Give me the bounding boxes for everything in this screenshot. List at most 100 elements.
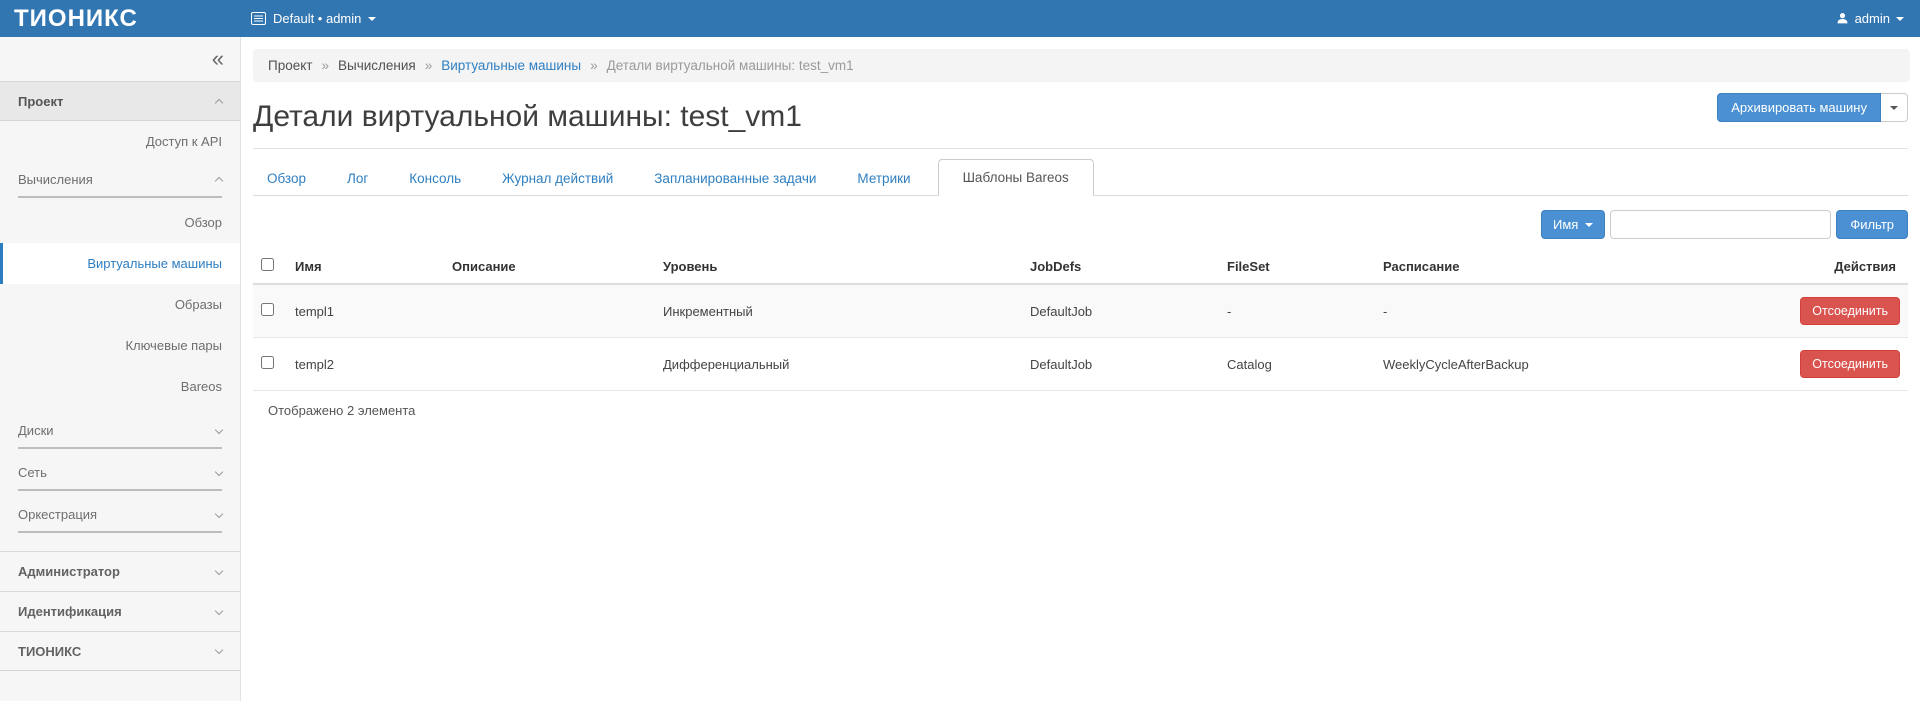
sidebar-panel-identity[interactable]: Идентификация <box>0 591 240 631</box>
breadcrumb-separator: » <box>590 58 598 73</box>
user-label: admin <box>1854 11 1890 26</box>
chevron-up-icon <box>214 176 224 186</box>
sidebar-panel-admin-label: Администратор <box>18 564 120 579</box>
title-divider <box>253 148 1908 149</box>
table-header-row: Имя Описание Уровень JobDefs FileSet Рас… <box>253 249 1908 285</box>
page-title: Детали виртуальной машины: test_vm1 <box>253 100 802 133</box>
sidebar: « Проект Доступ к API Вычисления Обзор В… <box>0 37 241 701</box>
archive-dropdown-toggle[interactable] <box>1881 93 1908 122</box>
sidebar-panel-project[interactable]: Проект <box>0 81 240 121</box>
sidebar-item-overview[interactable]: Обзор <box>0 202 240 243</box>
collapse-sidebar-icon[interactable]: « <box>212 48 224 70</box>
chevron-down-icon <box>1896 16 1904 21</box>
filter-toolbar: Имя Фильтр <box>253 210 1908 239</box>
cell-description <box>444 283 655 338</box>
main-content: Проект » Вычисления » Виртуальные машины… <box>241 37 1920 701</box>
tab-overview[interactable]: Обзор <box>253 162 320 195</box>
column-header-description: Описание <box>444 249 655 285</box>
chevron-down-icon <box>214 425 224 434</box>
archive-instance-button[interactable]: Архивировать машину <box>1717 93 1881 122</box>
sidebar-group-volumes-label: Диски <box>18 423 54 438</box>
tab-log[interactable]: Лог <box>333 162 382 195</box>
column-header-actions: Действия <box>1758 249 1908 285</box>
column-header-schedule: Расписание <box>1375 249 1758 285</box>
chevron-up-icon <box>214 98 224 107</box>
detach-template-button[interactable]: Отсоединить <box>1800 350 1900 378</box>
sidebar-panel-identity-label: Идентификация <box>18 604 122 619</box>
sidebar-item-images[interactable]: Образы <box>0 284 240 325</box>
cell-schedule: - <box>1375 283 1758 338</box>
sidebar-panel-tionix[interactable]: ТИОНИКС <box>0 631 240 671</box>
items-count-label: Отображено 2 элемента <box>253 390 1908 430</box>
table-row: templ1 Инкрементный DefaultJob - - Отсое… <box>253 283 1908 338</box>
breadcrumb-project: Проект <box>268 58 313 73</box>
breadcrumb-current: Детали виртуальной машины: test_vm1 <box>606 58 854 73</box>
cell-description <box>444 337 655 391</box>
column-header-jobdefs: JobDefs <box>1022 249 1219 285</box>
sidebar-item-api-access[interactable]: Доступ к API <box>0 121 240 162</box>
chevron-down-icon <box>214 509 224 518</box>
filter-submit-button[interactable]: Фильтр <box>1836 210 1908 239</box>
cell-schedule: WeeklyCycleAfterBackup <box>1375 337 1758 391</box>
sidebar-item-instances[interactable]: Виртуальные машины <box>0 243 240 284</box>
brand-logo[interactable]: ТИОНИКС <box>0 0 241 37</box>
tab-scheduled-tasks[interactable]: Запланированные задачи <box>640 162 830 195</box>
tab-bar: Обзор Лог Консоль Журнал действий Заплан… <box>253 159 1908 196</box>
breadcrumb-separator: » <box>424 58 433 73</box>
cell-name: templ1 <box>287 283 444 338</box>
sidebar-item-bareos[interactable]: Bareos <box>0 366 240 407</box>
sidebar-group-network-label: Сеть <box>18 465 47 480</box>
filter-field-label: Имя <box>1553 217 1579 232</box>
table-row: templ2 Дифференциальный DefaultJob Catal… <box>253 337 1908 391</box>
projects-list-icon <box>251 12 266 25</box>
cell-level: Инкрементный <box>655 283 1022 338</box>
cell-level: Дифференциальный <box>655 337 1022 391</box>
row-select-checkbox[interactable] <box>261 303 274 316</box>
topbar: ТИОНИКС Default • admin admin <box>0 0 1920 37</box>
sidebar-group-orchestration-label: Оркестрация <box>18 507 98 522</box>
tab-console[interactable]: Консоль <box>395 162 475 195</box>
detach-template-button[interactable]: Отсоединить <box>1800 297 1900 325</box>
sidebar-group-network[interactable]: Сеть <box>18 465 224 491</box>
user-icon <box>1836 12 1849 25</box>
chevron-down-icon <box>214 566 224 575</box>
breadcrumb-separator: » <box>321 58 329 73</box>
table-footer-row: Отображено 2 элемента <box>253 390 1908 430</box>
sidebar-group-orchestration[interactable]: Оркестрация <box>18 507 224 533</box>
sidebar-item-keypairs[interactable]: Ключевые пары <box>0 325 240 366</box>
column-header-name: Имя <box>287 249 444 285</box>
tab-action-log[interactable]: Журнал действий <box>488 162 627 195</box>
breadcrumb: Проект » Вычисления » Виртуальные машины… <box>253 49 1910 82</box>
row-select-checkbox[interactable] <box>261 356 274 369</box>
cell-jobdefs: DefaultJob <box>1022 283 1219 338</box>
tab-metrics[interactable]: Метрики <box>843 162 924 195</box>
sidebar-panel-admin[interactable]: Администратор <box>0 551 240 591</box>
bareos-templates-table: Имя Описание Уровень JobDefs FileSet Рас… <box>253 249 1908 430</box>
chevron-down-icon <box>1890 105 1898 110</box>
cell-fileset: Catalog <box>1219 337 1375 391</box>
chevron-down-icon <box>368 16 377 21</box>
sidebar-group-compute-label: Вычисления <box>18 172 93 187</box>
column-header-fileset: FileSet <box>1219 249 1375 285</box>
chevron-down-icon <box>214 645 224 655</box>
project-context-switcher[interactable]: Default • admin <box>241 0 386 37</box>
chevron-down-icon <box>214 467 224 476</box>
user-menu[interactable]: admin <box>1836 0 1920 37</box>
sidebar-panel-tionix-label: ТИОНИКС <box>18 643 82 659</box>
chevron-down-icon <box>214 606 224 615</box>
breadcrumb-compute: Вычисления <box>337 58 416 73</box>
select-all-checkbox[interactable] <box>261 258 274 271</box>
cell-jobdefs: DefaultJob <box>1022 337 1219 391</box>
chevron-down-icon <box>1585 222 1594 227</box>
filter-field-button[interactable]: Имя <box>1541 210 1606 239</box>
context-label: Default • admin <box>273 11 362 26</box>
sidebar-group-compute[interactable]: Вычисления <box>18 172 224 198</box>
column-header-level: Уровень <box>655 249 1022 285</box>
sidebar-panel-project-label: Проект <box>18 93 64 109</box>
tab-bareos-templates[interactable]: Шаблоны Bareos <box>937 159 1094 196</box>
filter-input[interactable] <box>1610 210 1832 239</box>
cell-fileset: - <box>1219 283 1375 338</box>
sidebar-group-volumes[interactable]: Диски <box>18 423 224 449</box>
cell-name: templ2 <box>287 337 444 391</box>
breadcrumb-instances-link[interactable]: Виртуальные машины <box>441 58 581 73</box>
